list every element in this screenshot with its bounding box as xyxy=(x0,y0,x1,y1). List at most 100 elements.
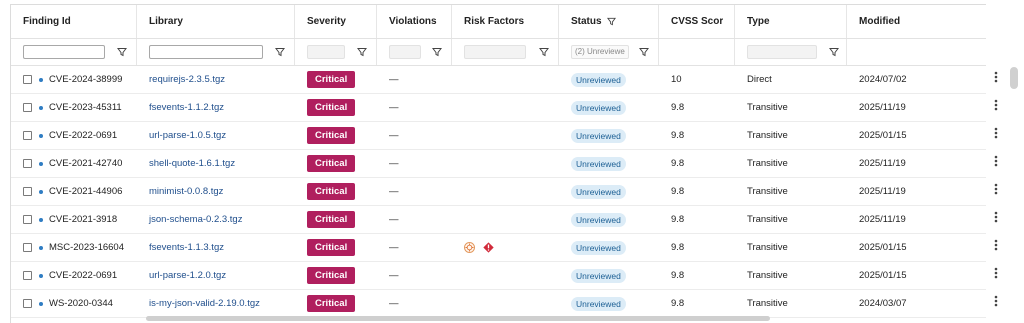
filter-icon[interactable] xyxy=(275,47,285,57)
table-row[interactable]: WS-2020-0344 is-my-json-valid-2.19.0.tgz C… xyxy=(11,290,987,318)
vertical-scrollbar[interactable] xyxy=(1010,67,1018,89)
column-header-violations[interactable]: Violations xyxy=(377,5,452,38)
cell-violations: — xyxy=(377,234,452,261)
severity-filter-select[interactable] xyxy=(307,45,345,59)
status-badge[interactable]: Unreviewed xyxy=(571,156,626,171)
table-row[interactable]: CVE-2021-44906 minimist-0.0.8.tgz Critical… xyxy=(11,178,987,206)
filter-icon[interactable] xyxy=(357,47,367,57)
table-row[interactable]: MSC-2023-16604 fsevents-1.1.3.tgz Critical… xyxy=(11,234,987,262)
cell-severity: Critical xyxy=(295,234,377,261)
row-checkbox[interactable] xyxy=(23,131,32,140)
finding-id-filter-input[interactable] xyxy=(23,45,105,59)
cell-risk-factors xyxy=(452,150,559,177)
library-link[interactable]: json-schema-0.2.3.tgz xyxy=(149,214,242,225)
library-filter-input[interactable] xyxy=(149,45,263,59)
column-header-risk-factors[interactable]: Risk Factors xyxy=(452,5,559,38)
status-badge[interactable]: Unreviewed xyxy=(571,268,626,283)
row-checkbox[interactable] xyxy=(23,75,32,84)
table-row[interactable]: CVE-2022-0691 url-parse-1.2.0.tgz Critical… xyxy=(11,262,987,290)
type-text: Transitive xyxy=(747,158,788,169)
cell-violations: — xyxy=(377,290,452,317)
row-checkbox[interactable] xyxy=(23,187,32,196)
filter-icon[interactable] xyxy=(432,47,442,57)
library-link[interactable]: is-my-json-valid-2.19.0.tgz xyxy=(149,298,260,309)
status-badge[interactable]: Unreviewed xyxy=(571,296,626,311)
new-indicator-dot xyxy=(39,133,43,138)
cell-severity: Critical xyxy=(295,178,377,205)
status-badge[interactable]: Unreviewed xyxy=(571,100,626,115)
filter-icon[interactable] xyxy=(117,47,127,57)
kebab-menu-icon[interactable] xyxy=(985,99,1007,114)
type-text: Direct xyxy=(747,74,772,85)
kebab-menu-icon[interactable] xyxy=(985,211,1007,226)
status-filter-select[interactable]: (2) Unreviewe xyxy=(571,45,629,59)
horizontal-scrollbar[interactable] xyxy=(146,316,770,321)
status-badge[interactable]: Unreviewed xyxy=(571,240,626,255)
cell-status: Unreviewed xyxy=(559,178,659,205)
cell-status: Unreviewed xyxy=(559,234,659,261)
status-badge[interactable]: Unreviewed xyxy=(571,128,626,143)
filter-active-icon[interactable] xyxy=(606,17,616,26)
kebab-menu-icon[interactable] xyxy=(985,183,1007,198)
kebab-menu-icon[interactable] xyxy=(985,239,1007,254)
type-text: Transitive xyxy=(747,242,788,253)
kebab-menu-icon[interactable] xyxy=(985,155,1007,170)
library-link[interactable]: fsevents-1.1.2.tgz xyxy=(149,102,224,113)
findings-table: Finding Id Library Severity Violations R… xyxy=(10,4,987,323)
column-header-modified[interactable]: Modified xyxy=(847,5,987,38)
table-row[interactable]: CVE-2024-38999 requirejs-2.3.5.tgz Critica… xyxy=(11,66,987,94)
violations-filter-select[interactable] xyxy=(389,45,421,59)
risk-factors-filter-select[interactable] xyxy=(464,45,526,59)
table-row[interactable]: CVE-2022-0691 url-parse-1.0.5.tgz Critical… xyxy=(11,122,987,150)
table-row[interactable]: CVE-2023-45311 fsevents-1.1.2.tgz Critical… xyxy=(11,94,987,122)
cell-risk-factors xyxy=(452,122,559,149)
kebab-menu-icon[interactable] xyxy=(985,127,1007,142)
severity-badge: Critical xyxy=(307,295,356,312)
kebab-menu-icon[interactable] xyxy=(985,71,1007,86)
cell-type: Transitive xyxy=(735,206,847,233)
column-header-severity[interactable]: Severity xyxy=(295,5,377,38)
cell-risk-factors xyxy=(452,262,559,289)
cell-type: Transitive xyxy=(735,150,847,177)
malicious-alert-icon[interactable] xyxy=(483,242,494,253)
cell-library: requirejs-2.3.5.tgz xyxy=(137,66,295,93)
cell-severity: Critical xyxy=(295,122,377,149)
row-checkbox[interactable] xyxy=(23,215,32,224)
library-link[interactable]: url-parse-1.0.5.tgz xyxy=(149,130,226,141)
row-checkbox[interactable] xyxy=(23,271,32,280)
column-header-cvss-score[interactable]: CVSS Scor xyxy=(659,5,735,38)
row-checkbox[interactable] xyxy=(23,243,32,252)
column-header-finding-id[interactable]: Finding Id xyxy=(11,5,137,38)
table-row[interactable]: CVE-2021-42740 shell-quote-1.6.1.tgz Criti… xyxy=(11,150,987,178)
cell-status: Unreviewed xyxy=(559,150,659,177)
status-badge[interactable]: Unreviewed xyxy=(571,184,626,199)
status-badge[interactable]: Unreviewed xyxy=(571,212,626,227)
filter-icon[interactable] xyxy=(829,47,839,57)
column-header-status[interactable]: Status xyxy=(559,5,659,38)
kebab-menu-icon[interactable] xyxy=(985,295,1007,310)
library-link[interactable]: minimist-0.0.8.tgz xyxy=(149,186,223,197)
table-header: Finding Id Library Severity Violations R… xyxy=(11,5,987,39)
column-header-library[interactable]: Library xyxy=(137,5,295,38)
row-checkbox[interactable] xyxy=(23,299,32,308)
library-link[interactable]: url-parse-1.2.0.tgz xyxy=(149,270,226,281)
filter-icon[interactable] xyxy=(539,47,549,57)
row-checkbox[interactable] xyxy=(23,159,32,168)
library-link[interactable]: fsevents-1.1.3.tgz xyxy=(149,242,224,253)
table-row[interactable]: CVE-2021-3918 json-schema-0.2.3.tgz Critic… xyxy=(11,206,987,234)
new-indicator-dot xyxy=(39,77,43,82)
row-checkbox[interactable] xyxy=(23,103,32,112)
filter-icon[interactable] xyxy=(639,47,649,57)
type-filter-select[interactable] xyxy=(747,45,817,59)
violations-text: — xyxy=(389,102,399,113)
status-badge[interactable]: Unreviewed xyxy=(571,72,626,87)
target-icon[interactable] xyxy=(464,242,475,253)
filter-cell-library xyxy=(137,39,295,65)
library-link[interactable]: requirejs-2.3.5.tgz xyxy=(149,74,225,85)
kebab-menu-icon[interactable] xyxy=(985,267,1007,282)
modified-date-text: 2025/01/15 xyxy=(859,270,907,281)
severity-badge: Critical xyxy=(307,211,356,228)
library-link[interactable]: shell-quote-1.6.1.tgz xyxy=(149,158,235,169)
cell-finding-id: WS-2020-0344 xyxy=(11,290,137,317)
column-header-type[interactable]: Type xyxy=(735,5,847,38)
